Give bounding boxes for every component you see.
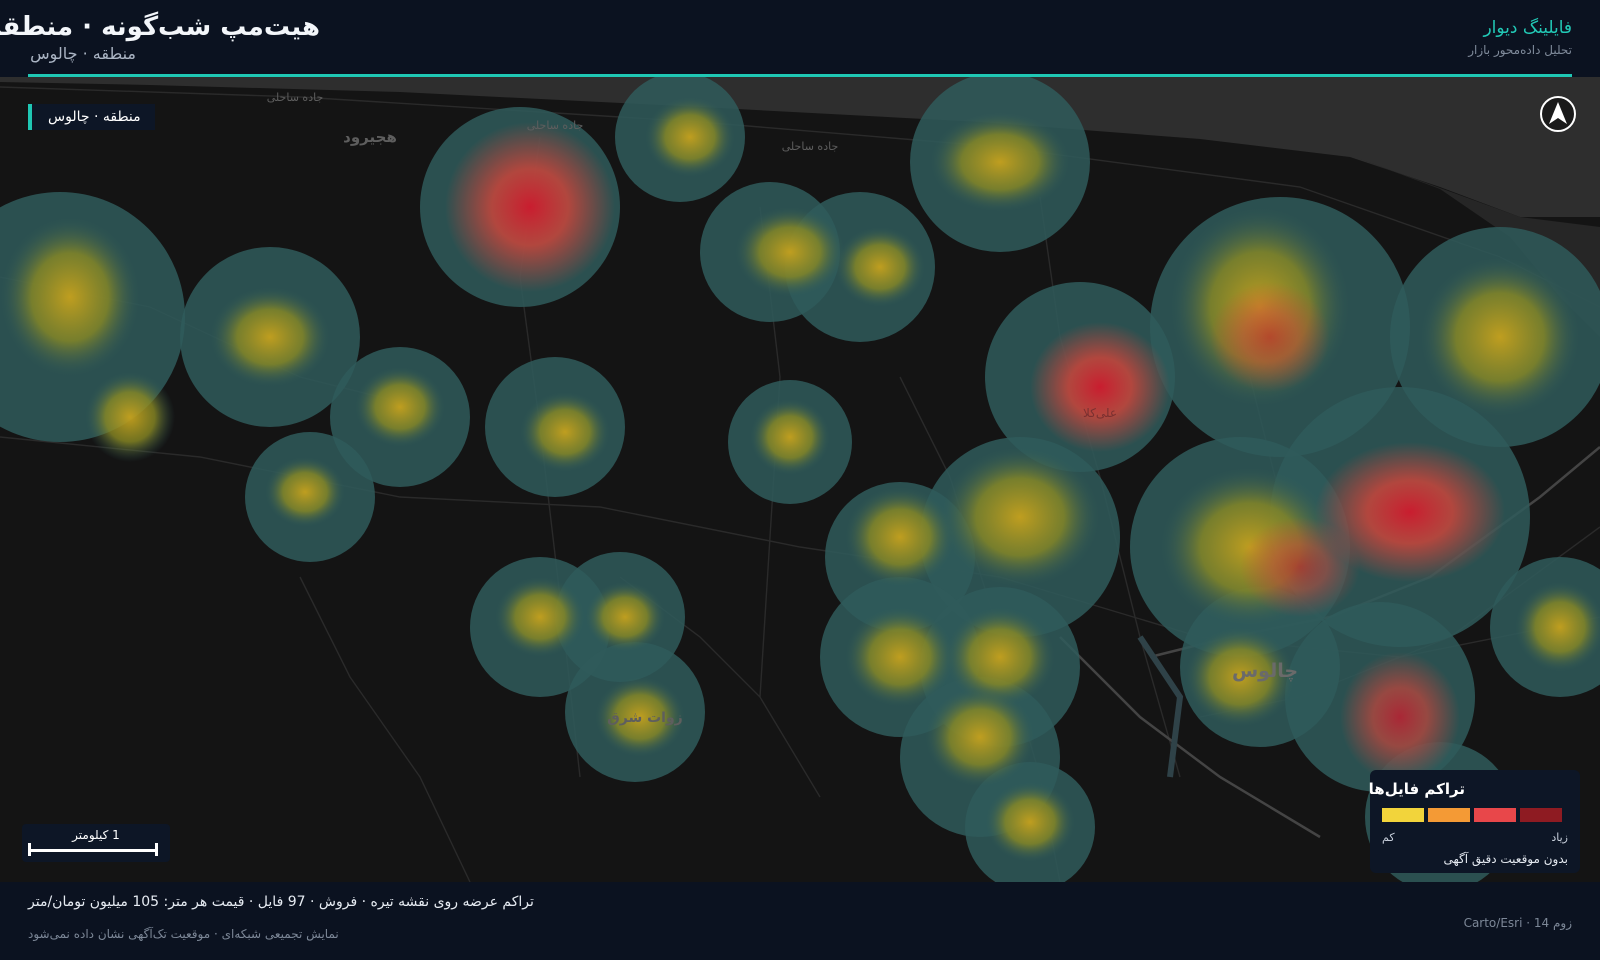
north-arrow-button[interactable] xyxy=(1540,96,1576,132)
area-chip: منطقه · چالوس xyxy=(28,104,155,130)
scale-line xyxy=(28,849,158,852)
footer-summary: تراکم عرضه روی نقشه تیره · فروش · 97 فای… xyxy=(28,894,534,910)
legend-swatch-mid-low xyxy=(1428,808,1470,822)
place-label-hajirud: هجیرود xyxy=(343,128,397,146)
page-subtitle: منطقه · چالوس xyxy=(30,44,136,63)
legend-swatch-low xyxy=(1382,808,1424,822)
footer: تراکم عرضه روی نقشه تیره · فروش · 97 فای… xyxy=(0,882,1600,960)
heatmap-map[interactable]: هجیرود چالوس زوات شرق علی‌کلا جاده ساحلی… xyxy=(0,77,1600,882)
scale-label: 1 کیلومتر xyxy=(72,828,120,842)
legend-swatch-mid-high xyxy=(1474,808,1516,822)
place-label-zavat: زوات شرق xyxy=(607,710,683,726)
north-arrow-icon xyxy=(1549,102,1567,124)
scale-bar: 1 کیلومتر xyxy=(22,824,170,862)
road-label-coastal-2: جاده ساحلی xyxy=(527,119,584,132)
scale-tick-right xyxy=(155,843,158,856)
page-title: هیت‌مپ شب‌گونه · منطقه xyxy=(0,12,320,42)
road-label-coastal-3: جاده ساحلی xyxy=(782,140,839,153)
legend-panel: تراکم فایل‌ها کم زیاد بدون موقعیت دقیق آ… xyxy=(1368,770,1580,873)
map-attribution: زوم 14 · Carto/Esri xyxy=(1463,916,1572,930)
header: هیت‌مپ شب‌گونه · منطقه منطقه · چالوس فای… xyxy=(0,0,1600,75)
brand-name[interactable]: فایلینگ دیوار xyxy=(1483,18,1572,38)
map-canvas: هجیرود چالوس زوات شرق علی‌کلا جاده ساحلی… xyxy=(0,77,1600,882)
footer-note: نمایش تجمیعی شبکه‌ای · موقعیت تک‌آگهی نش… xyxy=(28,927,339,941)
road-label-coastal-1: جاده ساحلی xyxy=(267,91,324,104)
legend-high-label: زیاد xyxy=(1551,831,1568,844)
legend-swatch-high xyxy=(1520,808,1562,822)
legend-note: بدون موقعیت دقیق آگهی xyxy=(1443,852,1568,866)
legend-low-label: کم xyxy=(1382,831,1395,844)
place-label-alikola: علی‌کلا xyxy=(1083,406,1117,420)
brand-tagline: تحلیل داده‌محور بازار xyxy=(1468,43,1572,57)
legend-title: تراکم فایل‌ها xyxy=(1368,780,1465,798)
place-label-chalus: چالوس xyxy=(1232,660,1298,682)
